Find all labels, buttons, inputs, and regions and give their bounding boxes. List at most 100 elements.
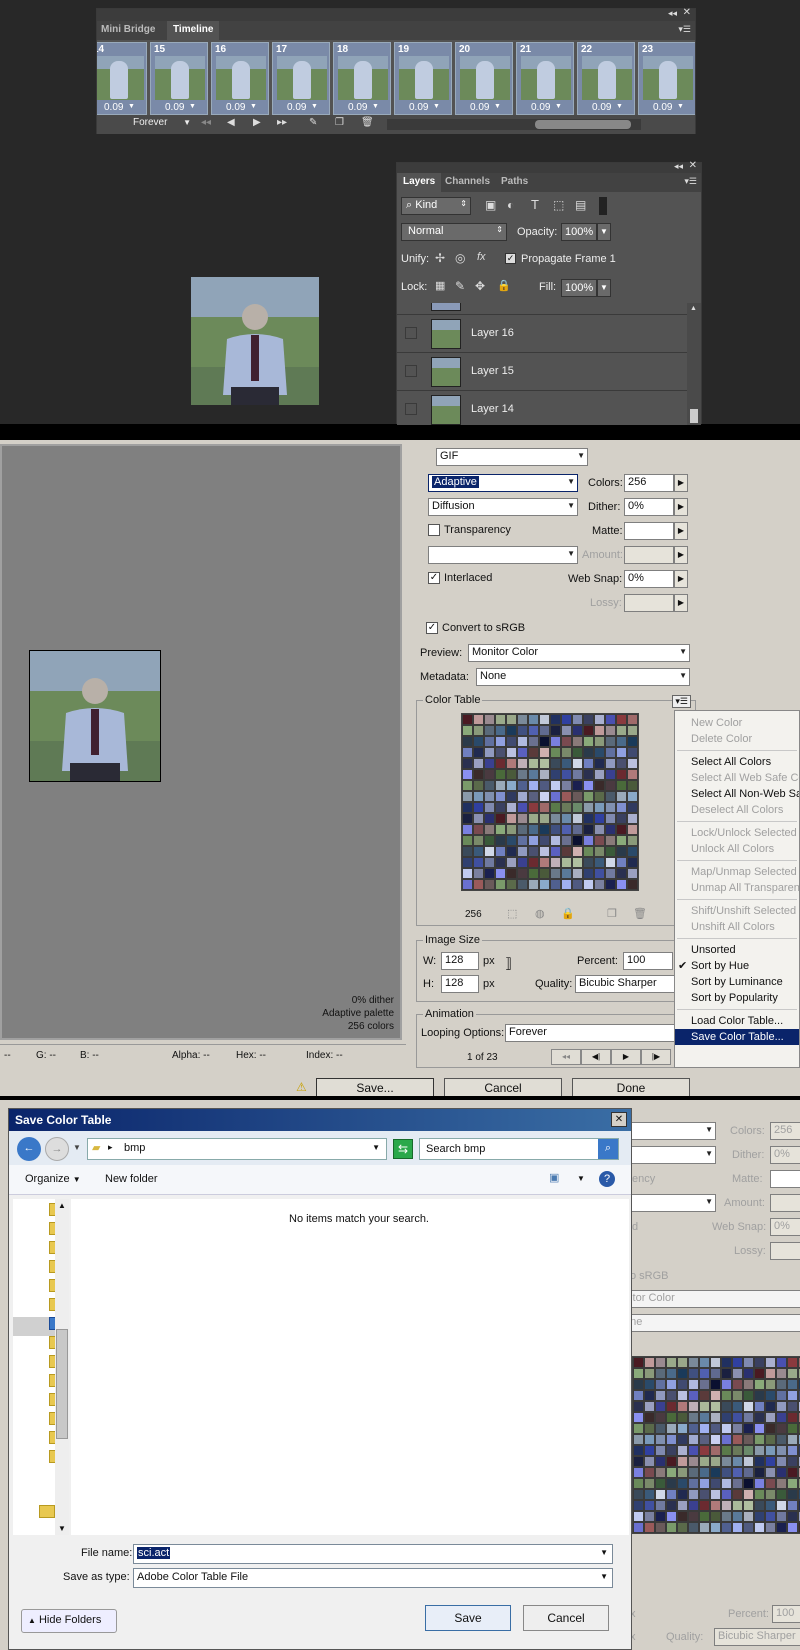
scroll-up-icon[interactable]: ▲ [58, 1201, 66, 1210]
menu-item[interactable]: Deselect All Colors [675, 802, 799, 818]
color-swatch[interactable] [517, 780, 528, 791]
color-swatch[interactable] [473, 846, 484, 857]
color-swatch[interactable] [528, 714, 539, 725]
color-swatch[interactable] [484, 758, 495, 769]
color-swatch[interactable] [594, 747, 605, 758]
color-swatch[interactable] [462, 813, 473, 824]
color-swatch[interactable] [572, 802, 583, 813]
frame-delay[interactable]: 0.09 [592, 102, 611, 113]
color-swatch[interactable] [550, 868, 561, 879]
breadcrumb-bmp[interactable]: bmp [124, 1142, 145, 1154]
search-box[interactable]: Search bmp ⌕ [419, 1138, 619, 1160]
color-swatch[interactable] [517, 714, 528, 725]
color-swatch[interactable] [528, 879, 539, 890]
color-swatch[interactable] [473, 802, 484, 813]
color-swatch[interactable] [539, 758, 550, 769]
color-swatch[interactable] [572, 824, 583, 835]
color-swatch[interactable] [484, 857, 495, 868]
color-swatch[interactable] [528, 835, 539, 846]
color-swatch[interactable] [583, 868, 594, 879]
color-swatch[interactable] [506, 802, 517, 813]
timeline-frame[interactable]: 23 0.09 ▼ [638, 42, 695, 115]
color-swatch[interactable] [550, 857, 561, 868]
color-swatch[interactable] [517, 736, 528, 747]
color-swatch[interactable] [572, 747, 583, 758]
color-swatch[interactable] [462, 879, 473, 890]
color-swatch[interactable] [561, 769, 572, 780]
color-swatch[interactable] [572, 846, 583, 857]
close-button[interactable]: ✕ [611, 1112, 627, 1127]
color-swatch[interactable] [627, 780, 638, 791]
menu-item[interactable]: Select All Non-Web Sa [675, 786, 799, 802]
library-icon[interactable] [39, 1505, 55, 1518]
color-swatch[interactable] [561, 846, 572, 857]
map-transparent-icon[interactable]: ⬚ [507, 907, 517, 920]
color-swatch[interactable] [506, 714, 517, 725]
menu-item[interactable]: Save Color Table... [675, 1029, 799, 1045]
color-swatch[interactable] [506, 824, 517, 835]
color-swatch[interactable] [605, 769, 616, 780]
color-swatch[interactable] [495, 714, 506, 725]
color-swatch[interactable] [616, 857, 627, 868]
layer-row[interactable]: Layer 16 [397, 315, 687, 353]
color-swatch[interactable] [594, 758, 605, 769]
color-swatch[interactable] [594, 736, 605, 747]
color-swatch[interactable] [627, 747, 638, 758]
color-swatch[interactable] [627, 769, 638, 780]
color-swatch[interactable] [484, 813, 495, 824]
color-swatch[interactable] [594, 714, 605, 725]
chevron-down-icon[interactable]: ▼ [555, 103, 562, 110]
chevron-down-icon[interactable]: ▼ [433, 103, 440, 110]
frame-delay[interactable]: 0.09 [348, 102, 367, 113]
amount-arrow[interactable]: ▶ [674, 546, 688, 564]
propagate-checkbox[interactable]: ✓ [505, 253, 516, 264]
color-swatch[interactable] [627, 868, 638, 879]
color-swatch[interactable] [462, 747, 473, 758]
lock-position-icon[interactable]: ✥ [475, 279, 485, 293]
trash-icon[interactable]: 🗑 [361, 117, 374, 128]
metadata-select[interactable]: None [476, 668, 690, 686]
prev-frame-icon[interactable]: ◀ [227, 117, 235, 128]
menu-item[interactable]: Map/Unmap Selected C [675, 864, 799, 880]
close-icon[interactable]: ✕ [689, 160, 697, 171]
tab-paths[interactable]: Paths [501, 176, 528, 187]
frame-delay[interactable]: 0.09 [226, 102, 245, 113]
color-swatch[interactable] [517, 725, 528, 736]
color-swatch[interactable] [583, 846, 594, 857]
transparency-dither-select[interactable] [428, 546, 578, 564]
color-swatch[interactable] [539, 725, 550, 736]
unify-position-icon[interactable]: ✢ [435, 251, 445, 265]
color-swatch[interactable] [627, 824, 638, 835]
color-swatch[interactable] [517, 879, 528, 890]
color-swatch[interactable] [572, 879, 583, 890]
timeline-frame[interactable]: 17 0.09 ▼ [272, 42, 330, 115]
anim-first-button[interactable]: ◂◂ [551, 1049, 581, 1065]
looping-select[interactable]: Forever [505, 1024, 693, 1042]
color-swatch[interactable] [473, 813, 484, 824]
menu-item[interactable]: Sort by Popularity [675, 990, 799, 1006]
chevron-down-icon[interactable]: ▼ [577, 1174, 585, 1183]
shape-filter-icon[interactable]: ⬚ [553, 198, 564, 212]
color-swatch[interactable] [572, 780, 583, 791]
color-swatch[interactable] [506, 846, 517, 857]
color-swatch[interactable] [484, 802, 495, 813]
chevron-down-icon[interactable]: ▼ [600, 1548, 608, 1557]
chevron-down-icon[interactable]: ▼ [311, 103, 318, 110]
color-swatch[interactable] [473, 725, 484, 736]
colors-arrow[interactable]: ▶ [674, 474, 688, 492]
transparency-checkbox[interactable] [428, 524, 440, 536]
color-swatch[interactable] [528, 846, 539, 857]
color-swatch[interactable] [594, 813, 605, 824]
scroll-thumb[interactable] [56, 1329, 68, 1439]
color-swatch[interactable] [539, 802, 550, 813]
color-swatch[interactable] [462, 835, 473, 846]
duplicate-frame-icon[interactable]: ❐ [335, 117, 344, 128]
color-swatch[interactable] [627, 846, 638, 857]
color-swatch[interactable] [506, 725, 517, 736]
color-swatch[interactable] [594, 879, 605, 890]
color-swatch[interactable] [605, 868, 616, 879]
anim-play-button[interactable]: ▶ [611, 1049, 641, 1065]
menu-item[interactable]: Unmap All Transparent [675, 880, 799, 896]
pixel-filter-icon[interactable]: ▣ [485, 198, 496, 212]
websnap-input[interactable]: 0% [624, 570, 674, 588]
